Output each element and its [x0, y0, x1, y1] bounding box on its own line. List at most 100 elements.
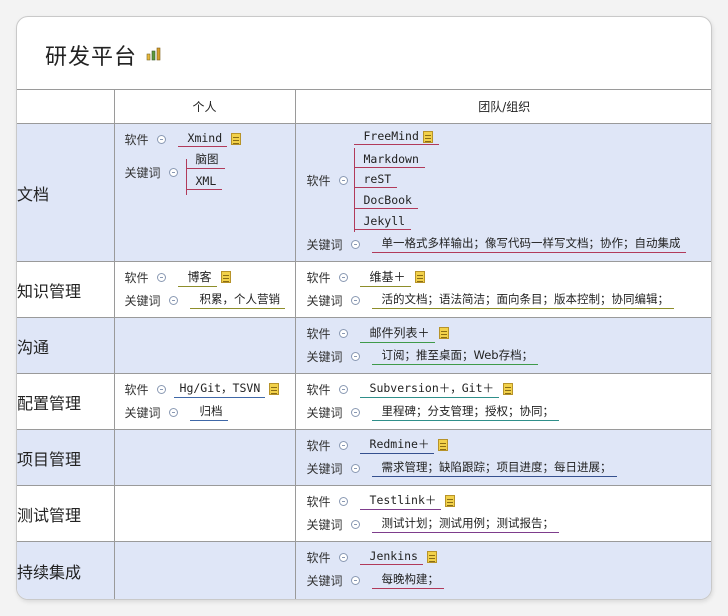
collapse-icon[interactable]: [338, 440, 348, 450]
software-node-text: FreeMind: [363, 129, 419, 143]
team-keywords: 关键词 每晚构建；: [307, 570, 445, 590]
software-node[interactable]: DocBook: [353, 193, 418, 209]
collapse-icon[interactable]: [338, 384, 348, 394]
software-node[interactable]: 邮件列表＋: [359, 324, 435, 343]
team-keywords: 关键词 测试计划；测试用例；测试报告；: [307, 514, 560, 534]
team-software: 软件 Redmine＋: [307, 435, 449, 455]
row-ci: 持续集成 软件 Jenkins 关键词 每晚构建；: [17, 541, 711, 599]
software-node[interactable]: FreeMind: [353, 129, 439, 145]
personal-cell: [113, 541, 296, 599]
software-label: 软件: [306, 173, 331, 188]
collapse-icon[interactable]: [338, 175, 348, 185]
header-team: 团队/组织: [294, 89, 711, 124]
keywords-label: 关键词: [306, 517, 343, 532]
software-label: 软件: [306, 438, 331, 453]
collapse-icon[interactable]: [168, 407, 178, 417]
note-icon[interactable]: [438, 327, 449, 339]
keywords-node[interactable]: 需求管理；缺陷跟踪；项目进度；每日进展；: [371, 459, 617, 477]
software-label: 软件: [306, 382, 331, 397]
software-label: 软件: [306, 494, 331, 509]
software-node[interactable]: Redmine＋: [359, 436, 435, 454]
keywords-node[interactable]: 订阅；推至桌面；Web存档；: [371, 347, 539, 365]
note-icon[interactable]: [426, 551, 437, 563]
keywords-node[interactable]: 单一格式多样输出；像写代码一样写文档；协作；自动集成: [371, 235, 686, 253]
keywords-node[interactable]: 积累，个人营销: [189, 291, 286, 309]
software-label: 软件: [306, 270, 331, 285]
team-software: 软件 Subversion＋，Git＋: [307, 379, 514, 399]
team-software: 软件 邮件列表＋: [307, 323, 449, 343]
team-software: 软件: [307, 170, 354, 190]
collapse-icon[interactable]: [350, 575, 360, 585]
software-node[interactable]: Xmind: [177, 131, 228, 147]
collapse-icon[interactable]: [338, 552, 348, 562]
collapse-icon[interactable]: [338, 272, 348, 282]
software-node[interactable]: Subversion＋，Git＋: [359, 380, 500, 398]
team-software: 软件 维基＋: [307, 267, 425, 287]
team-keywords: 关键词 活的文档；语法简洁；面向条目；版本控制；协同编辑；: [307, 290, 675, 310]
personal-software: 软件 Hg/Git，TSVN: [125, 379, 280, 399]
keywords-label: 关键词: [306, 405, 343, 420]
team-software: 软件 Testlink＋: [307, 491, 456, 511]
personal-software: 软件 Xmind: [125, 129, 242, 149]
collapse-icon[interactable]: [350, 519, 360, 529]
note-icon[interactable]: [503, 383, 514, 395]
team-keywords: 关键词 单一格式多样输出；像写代码一样写文档；协作；自动集成: [307, 234, 686, 254]
collapse-icon[interactable]: [350, 407, 360, 417]
team-cell: 软件 邮件列表＋ 关键词 订阅；推至桌面；Web存档；: [294, 317, 711, 374]
row-project: 项目管理 软件 Redmine＋ 关键词 需求管理；缺陷跟踪；项目进度；每日进展…: [17, 429, 711, 486]
software-node[interactable]: reST: [353, 172, 398, 188]
title-row: 研发平台: [17, 17, 711, 90]
note-icon[interactable]: [445, 495, 456, 507]
collapse-icon[interactable]: [168, 295, 178, 305]
keywords-node[interactable]: 里程碑；分支管理；授权；协同；: [371, 403, 560, 421]
note-icon[interactable]: [414, 271, 425, 283]
note-icon[interactable]: [220, 271, 231, 283]
row-testing: 测试管理 软件 Testlink＋ 关键词 测试计划；测试用例；测试报告；: [17, 485, 711, 542]
collapse-icon[interactable]: [156, 272, 166, 282]
keywords-node[interactable]: 活的文档；语法简洁；面向条目；版本控制；协同编辑；: [371, 291, 675, 309]
keywords-node[interactable]: 归档: [189, 403, 228, 421]
software-node[interactable]: 维基＋: [359, 268, 411, 287]
header-personal: 个人: [113, 89, 296, 124]
note-icon[interactable]: [422, 130, 433, 143]
personal-cell: 软件 Xmind 关键词 脑图 XML: [113, 123, 296, 262]
software-node[interactable]: Jekyll: [353, 214, 412, 230]
team-keywords: 关键词 需求管理；缺陷跟踪；项目进度；每日进展；: [307, 458, 617, 478]
software-node[interactable]: Markdown: [353, 152, 425, 168]
keywords-label: 关键词: [306, 573, 343, 588]
team-software: 软件 Jenkins: [307, 547, 437, 567]
collapse-icon[interactable]: [350, 295, 360, 305]
keyword-node[interactable]: 脑图: [185, 151, 225, 169]
chart-icon: [146, 47, 161, 61]
category-label: 项目管理: [17, 429, 115, 486]
software-label: 软件: [124, 382, 149, 397]
collapse-icon[interactable]: [168, 167, 178, 177]
note-icon[interactable]: [269, 383, 280, 395]
software-label: 软件: [306, 326, 331, 341]
software-node[interactable]: 博客: [177, 268, 217, 287]
keywords-node[interactable]: 测试计划；测试用例；测试报告；: [371, 515, 560, 533]
software-node[interactable]: Testlink＋: [359, 492, 442, 510]
team-cell: 软件 Redmine＋ 关键词 需求管理；缺陷跟踪；项目进度；每日进展；: [294, 429, 711, 486]
team-keywords: 关键词 里程碑；分支管理；授权；协同；: [307, 402, 560, 422]
collapse-icon[interactable]: [350, 351, 360, 361]
personal-cell: 软件 Hg/Git，TSVN 关键词 归档: [113, 373, 296, 430]
collapse-icon[interactable]: [338, 328, 348, 338]
software-label: 软件: [124, 270, 149, 285]
software-node[interactable]: Hg/Git，TSVN: [173, 380, 266, 398]
collapse-icon[interactable]: [350, 463, 360, 473]
personal-keywords: 关键词 归档: [125, 402, 228, 422]
keyword-node[interactable]: XML: [185, 174, 223, 190]
collapse-icon[interactable]: [156, 134, 166, 144]
keywords-label: 关键词: [306, 349, 343, 364]
software-node[interactable]: Jenkins: [359, 549, 423, 565]
note-icon[interactable]: [231, 133, 242, 145]
header-empty: [17, 89, 115, 124]
keywords-node[interactable]: 每晚构建；: [371, 571, 445, 589]
team-cell: 软件 FreeMind Markdown reST DocBook Jekyll…: [294, 123, 711, 262]
category-label: 测试管理: [17, 485, 115, 542]
note-icon[interactable]: [438, 439, 449, 451]
collapse-icon[interactable]: [338, 496, 348, 506]
collapse-icon[interactable]: [350, 239, 360, 249]
collapse-icon[interactable]: [156, 384, 166, 394]
